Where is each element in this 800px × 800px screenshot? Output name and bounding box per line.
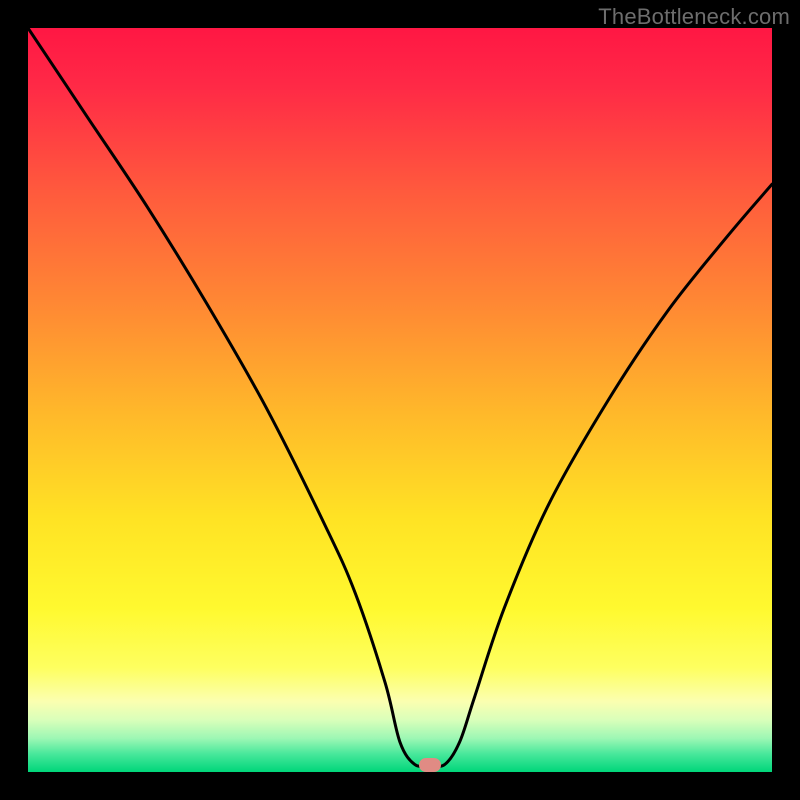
plot-area: [28, 28, 772, 772]
chart-frame: TheBottleneck.com: [0, 0, 800, 800]
watermark-text: TheBottleneck.com: [598, 4, 790, 30]
bottleneck-curve: [28, 28, 772, 772]
optimal-point-marker: [419, 758, 441, 772]
